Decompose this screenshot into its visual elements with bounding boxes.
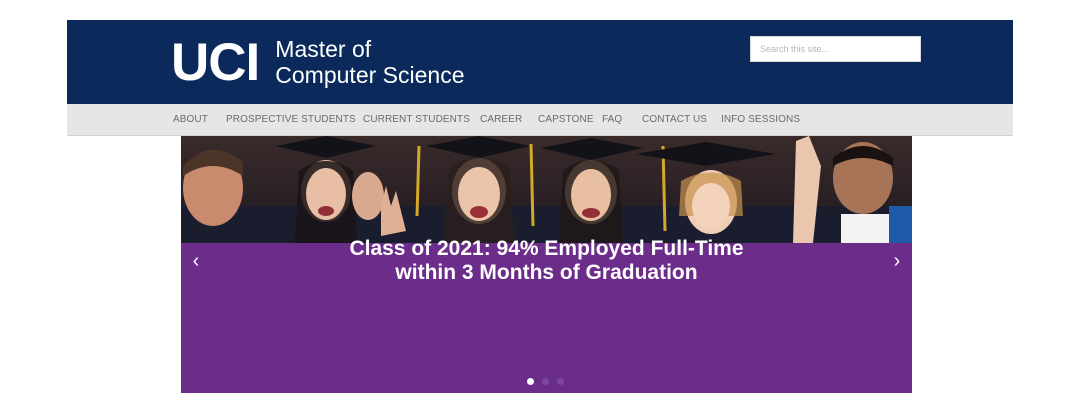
uci-logo[interactable]: UCI Master of Computer Science <box>171 34 464 90</box>
hero-caption-line2: within 3 Months of Graduation <box>395 261 698 284</box>
nav-item-career[interactable]: CAREER <box>480 114 522 125</box>
graduates-photo <box>181 136 912 243</box>
page: UCI Master of Computer Science ABOUT PRO… <box>0 0 1080 401</box>
main-nav: ABOUT PROSPECTIVE STUDENTS CURRENT STUDE… <box>67 104 1013 136</box>
site-header: UCI Master of Computer Science <box>67 20 1013 104</box>
program-title: Master of Computer Science <box>275 36 464 88</box>
hero-caption: Class of 2021: 94% Employed Full-Time wi… <box>181 237 912 285</box>
hero-caption-line1: Class of 2021: 94% Employed Full-Time <box>349 237 744 260</box>
nav-item-faq[interactable]: FAQ <box>602 114 622 125</box>
nav-item-current-students[interactable]: CURRENT STUDENTS <box>363 114 470 125</box>
nav-item-prospective-students[interactable]: PROSPECTIVE STUDENTS <box>226 114 356 125</box>
nav-item-contact-us[interactable]: CONTACT US <box>642 114 707 125</box>
slide-indicators <box>527 378 564 385</box>
program-title-line1: Master of <box>275 36 372 62</box>
slide-dot-3[interactable] <box>557 378 564 385</box>
slide-dot-1[interactable] <box>527 378 534 385</box>
slide-dot-2[interactable] <box>542 378 549 385</box>
program-title-line2: Computer Science <box>275 62 465 88</box>
next-slide-icon[interactable]: › <box>887 249 907 273</box>
logo-mark: UCI <box>171 32 260 92</box>
nav-item-info-sessions[interactable]: INFO SESSIONS <box>721 114 800 125</box>
nav-item-capstone[interactable]: CAPSTONE <box>538 114 594 125</box>
prev-slide-icon[interactable]: ‹ <box>186 249 206 273</box>
hero-slider: Class of 2021: 94% Employed Full-Time wi… <box>181 136 912 393</box>
nav-item-about[interactable]: ABOUT <box>173 114 208 125</box>
search-input[interactable] <box>750 36 921 62</box>
